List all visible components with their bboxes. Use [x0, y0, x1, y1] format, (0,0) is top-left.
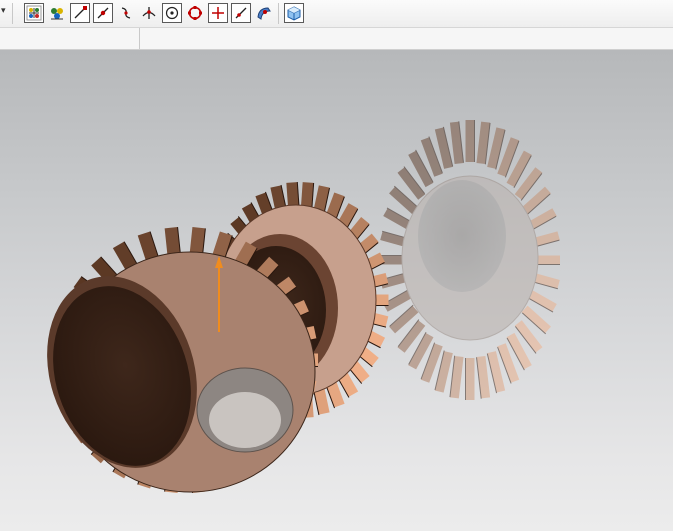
- point-on-curve-icon: [235, 7, 247, 19]
- cue-line-field: [0, 28, 140, 49]
- gear-tooth: [389, 305, 419, 334]
- quadrant-icon: [188, 6, 202, 20]
- gear-assembly-model[interactable]: [0, 50, 673, 531]
- existing-point-icon: [212, 7, 224, 19]
- arc-center-icon: [165, 6, 179, 20]
- snap-points-icon: [26, 5, 42, 21]
- gear-tooth: [449, 121, 464, 164]
- gear-tooth: [389, 186, 419, 215]
- toolbar-separator: [278, 3, 279, 24]
- front-bevel-gear[interactable]: [23, 226, 318, 494]
- snap-control-point-button[interactable]: [116, 3, 136, 23]
- snap-quadrant-button[interactable]: [185, 3, 205, 23]
- gear-tooth: [487, 127, 506, 169]
- view-3d-cube-button[interactable]: [284, 3, 304, 23]
- control-point-icon: [121, 7, 131, 19]
- filter-icon: [51, 8, 63, 20]
- snap-toolbar: ▾: [0, 0, 673, 28]
- snap-intersection-button[interactable]: [139, 3, 159, 23]
- gear-tooth: [476, 121, 491, 164]
- cad-application-window: ▾: [0, 0, 673, 531]
- snap-arc-center-button[interactable]: [162, 3, 182, 23]
- snap-point-on-surface-button[interactable]: [254, 3, 274, 23]
- end-point-icon: [74, 6, 87, 19]
- dropdown-arrow-icon[interactable]: ▾: [1, 5, 6, 16]
- show-all-snap-points-button[interactable]: [24, 3, 44, 23]
- gear-tooth: [449, 356, 464, 399]
- cube-view-icon: [287, 6, 301, 21]
- gear-tooth: [521, 305, 551, 334]
- status-line-field: [140, 28, 673, 49]
- snap-end-point-button[interactable]: [70, 3, 90, 23]
- gear-tooth: [434, 127, 453, 169]
- mid-point-icon: [97, 7, 109, 19]
- point-on-surface-icon: [257, 7, 271, 20]
- intersection-icon: [142, 7, 156, 19]
- gear-tooth: [476, 356, 491, 399]
- gear-tooth: [434, 351, 453, 393]
- gear-tooth: [521, 186, 551, 215]
- snap-mid-point-button[interactable]: [93, 3, 113, 23]
- snap-point-on-curve-button[interactable]: [231, 3, 251, 23]
- cue-line-bar: [0, 28, 673, 50]
- arrange-filter-button[interactable]: [47, 3, 67, 23]
- graphics-viewport[interactable]: [0, 50, 673, 531]
- gear-tooth: [487, 351, 506, 393]
- snap-existing-point-button[interactable]: [208, 3, 228, 23]
- toolbar-separator: [12, 3, 13, 24]
- transparent-bevel-gear[interactable]: [380, 120, 560, 400]
